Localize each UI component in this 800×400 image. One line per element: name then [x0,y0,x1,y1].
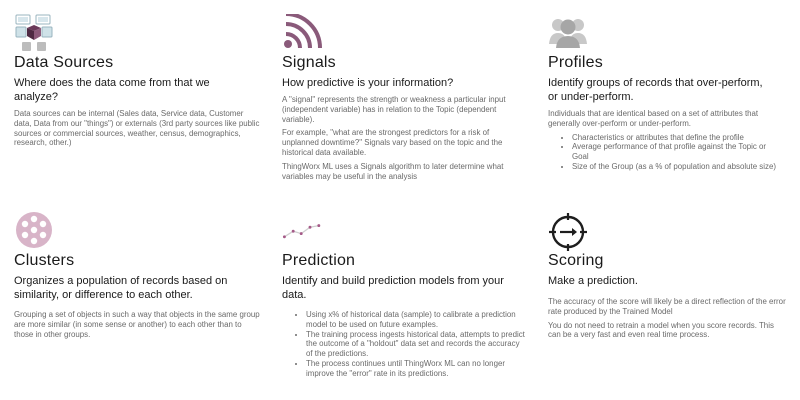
card-paragraph: Data sources can be internal (Sales data… [14,109,260,148]
card-paragraph: A "signal" represents the strength or we… [282,95,506,124]
card-title: Prediction [282,252,356,269]
card-paragraph: You do not need to retrain a model when … [548,320,774,340]
card-subtitle: Identify groups of records that over-per… [548,77,763,103]
people-icon [549,19,587,48]
card-body: Grouping a set of objects in such a way … [14,310,262,343]
list-item: Average performance of that profile agai… [572,142,780,162]
bullet-list: Characteristics or attributes that defin… [548,133,780,172]
card-title: Profiles [548,54,603,71]
card-body: The accuracy of the score will likely be… [548,297,786,344]
card-paragraph: Grouping a set of objects in such a way … [14,310,260,339]
list-item: Size of the Group (as a % of population … [572,162,780,172]
card-subtitle: Organizes a population of records based … [14,275,228,301]
bullet-list: Using x% of historical data (sample) to … [282,310,527,379]
card-title: Clusters [14,252,75,269]
list-item: Characteristics or attributes that defin… [572,133,780,143]
card-subtitle: Identify and build prediction models fro… [282,275,504,301]
list-item: Using x% of historical data (sample) to … [306,310,527,330]
data-sources-icon [15,14,53,51]
card-subtitle: How predictive is your information? [282,77,454,89]
target-icon [549,213,587,251]
card-body: Data sources can be internal (Sales data… [14,109,262,152]
trend-line-icon [282,224,321,239]
card-subtitle: Make a prediction. [548,275,638,287]
list-item: The process continues until ThingWorx ML… [306,359,527,379]
card-body: Individuals that are identical based on … [548,109,780,172]
card-title: Data Sources [14,54,114,71]
signal-icon [284,14,322,49]
card-body: A "signal" represents the strength or we… [282,95,527,185]
card-title: Signals [282,54,336,71]
card-title: Scoring [548,252,604,269]
card-subtitle: Where does the data come from that we an… [14,77,210,103]
card-paragraph: For example, "what are the strongest pre… [282,128,503,157]
cluster-icon [16,212,52,248]
list-item: The training process ingests historical … [306,330,527,359]
card-body: Using x% of historical data (sample) to … [282,310,527,379]
card-paragraph: Individuals that are identical based on … [548,109,759,128]
card-paragraph: ThingWorx ML uses a Signals algorithm to… [282,161,504,181]
card-paragraph: The accuracy of the score will likely be… [548,297,786,316]
